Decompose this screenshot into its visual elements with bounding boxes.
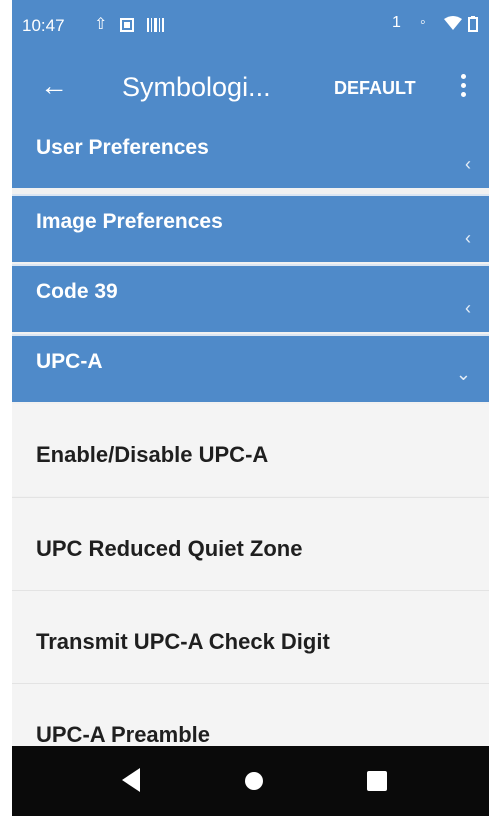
- signal-icon: 1: [392, 14, 401, 31]
- chevron-left-icon: ‹: [465, 154, 471, 174]
- image-icon: [120, 18, 134, 37]
- nav-home-icon[interactable]: [245, 772, 263, 790]
- more-options-icon[interactable]: [455, 70, 471, 106]
- list-item-upc-a-preamble[interactable]: UPC-A Preamble: [12, 684, 489, 746]
- group-upc-a[interactable]: UPC-A ⌄: [12, 336, 489, 402]
- phone-screen: 10:47 ⇧ 1 ◦ ← Symbologi... DEFAULT User …: [12, 0, 489, 816]
- item-label: Enable/Disable UPC-A: [36, 442, 269, 467]
- back-arrow-icon[interactable]: ←: [40, 70, 68, 102]
- battery-icon: [468, 16, 478, 37]
- nav-back-icon[interactable]: [122, 768, 140, 792]
- chevron-down-icon: ⌄: [455, 364, 471, 384]
- list-item-enable-disable-upc-a[interactable]: Enable/Disable UPC-A: [12, 404, 489, 496]
- chevron-left-icon: ‹: [465, 228, 471, 248]
- group-user-preferences[interactable]: User Preferences ‹: [12, 122, 489, 188]
- barcode-icon: [147, 18, 167, 37]
- group-label: UPC-A: [36, 350, 103, 373]
- wifi-icon: [444, 16, 462, 35]
- item-label: UPC Reduced Quiet Zone: [36, 536, 303, 561]
- chevron-left-icon: ‹: [465, 298, 471, 318]
- group-label: Code 39: [36, 280, 118, 303]
- page-title: Symbologi...: [122, 72, 271, 102]
- group-label: User Preferences: [36, 136, 209, 159]
- list-item-transmit-upc-a-check-digit[interactable]: Transmit UPC-A Check Digit: [12, 591, 489, 683]
- navigation-bar: [12, 746, 489, 816]
- list-item-upc-reduced-quiet-zone[interactable]: UPC Reduced Quiet Zone: [12, 498, 489, 590]
- app-bar: ← Symbologi... DEFAULT: [12, 56, 489, 122]
- default-button[interactable]: DEFAULT: [334, 78, 416, 99]
- group-code-39[interactable]: Code 39 ‹: [12, 266, 489, 332]
- vibrate-icon: ◦: [420, 14, 426, 31]
- nav-recents-icon[interactable]: [367, 771, 387, 791]
- status-time: 10:47: [22, 16, 65, 35]
- upload-icon: ⇧: [94, 16, 108, 33]
- group-image-preferences[interactable]: Image Preferences ‹: [12, 196, 489, 262]
- status-bar: 10:47 ⇧ 1 ◦: [12, 0, 489, 56]
- item-label: Transmit UPC-A Check Digit: [36, 629, 330, 654]
- item-label: UPC-A Preamble: [36, 722, 211, 746]
- group-label: Image Preferences: [36, 210, 223, 233]
